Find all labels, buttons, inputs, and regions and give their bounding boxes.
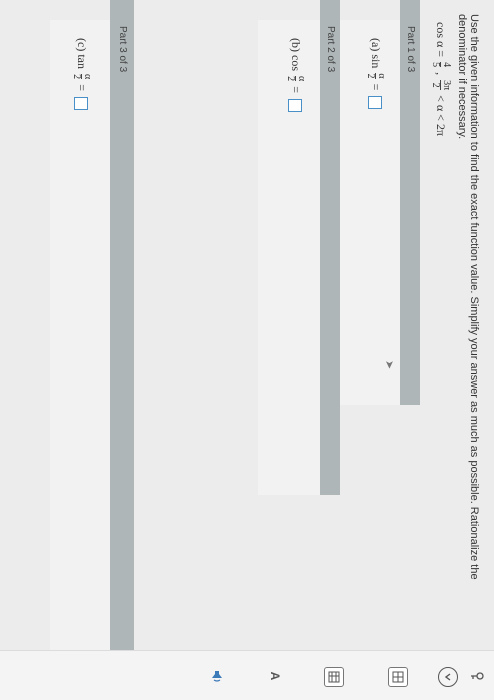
part-3-label: Part 3 of 3 [117,26,128,73]
given-fraction-1: 4 5 [430,62,452,68]
speaker-icon[interactable] [208,667,226,685]
part-2-panel: (b) cos α 2 = [258,20,320,495]
part-3-numerator: α [82,74,93,80]
part-2-header: Part 2 of 3 [320,0,340,495]
part-2-denominator: 2 [285,76,296,82]
part-2-fraction: α 2 [285,76,307,82]
part-2-expression: (b) cos α 2 = [285,38,307,113]
given-lhs: cos α = [434,22,448,58]
part-3-prefix: (c) [75,38,89,52]
font-size-icon[interactable]: A [266,667,284,685]
part-1-function: sin [369,54,383,69]
part-1-panel: (a) sin α 2 = [340,20,400,405]
part-1-denominator: 2 [365,73,376,79]
part-1-answer-box[interactable] [368,96,383,110]
part-1-prefix: (a) [369,38,383,52]
part-3-fraction: α 2 [71,74,93,80]
part-2-numerator: α [296,76,307,82]
given-separator: , [434,72,448,76]
part-1-numerator: α [376,73,387,79]
part-2-answer-box[interactable] [288,99,303,113]
given-fraction-2: 3π 2 [430,80,452,91]
frac2-denominator: 2 [430,82,441,88]
part-3-denominator: 2 [71,74,82,80]
table-icon[interactable] [324,667,344,687]
part-3-function: tan [75,54,89,69]
part-3-answer-box[interactable] [74,97,89,111]
question-page: Use the given information to find the ex… [0,0,494,700]
part-3-header: Part 3 of 3 [110,0,134,665]
given-information: cos α = 4 5 , 3π 2 < α < 2π [430,22,452,137]
part-1-header: Part 1 of 3 [400,0,420,405]
part-1-expression: (a) sin α 2 = [365,38,387,110]
key-icon[interactable] [468,667,486,685]
part-2-function: cos [289,55,303,71]
cursor-icon: ➤ [383,360,395,370]
instructions: Use the given information to find the ex… [456,14,480,580]
part-2-equals: = [289,86,303,94]
part-1-equals: = [369,83,383,91]
frac2-numerator: 3π [441,80,452,91]
frac1-denominator: 5 [430,62,441,68]
frac1-numerator: 4 [441,62,452,68]
part-1-fraction: α 2 [365,73,387,79]
part-3-equals: = [75,84,89,92]
tool-column: A [0,650,494,700]
grid-icon[interactable] [388,667,408,687]
chevron-icon[interactable] [438,667,458,687]
part-3-panel: (c) tan α 2 = [50,20,110,650]
part-3-expression: (c) tan α 2 = [71,38,93,111]
part-2-label: Part 2 of 3 [325,26,336,73]
part-2-prefix: (b) [289,38,303,52]
given-rest: < α < 2π [434,95,448,137]
part-1-label: Part 1 of 3 [405,26,416,73]
